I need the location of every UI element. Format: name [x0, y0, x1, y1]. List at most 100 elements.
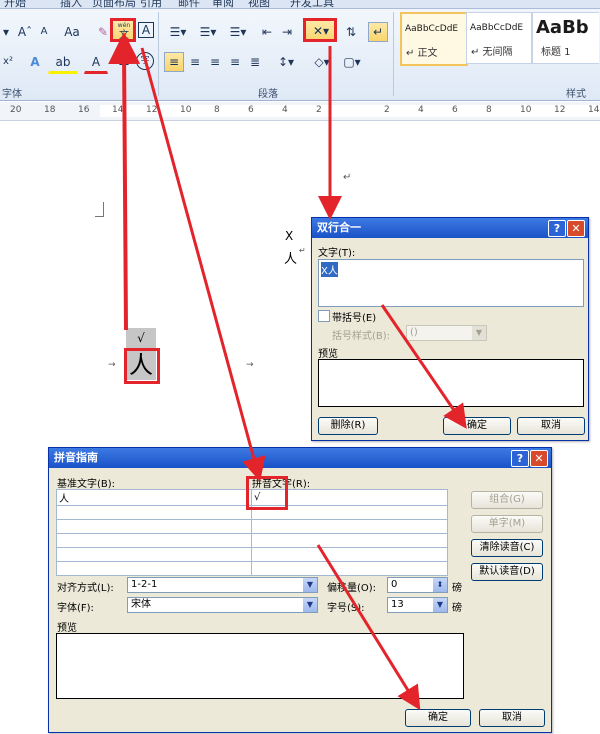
shading-icon[interactable]: ◇▾ [308, 52, 336, 72]
ruler-number: 14 [112, 105, 124, 115]
ruby-text-cell[interactable] [251, 561, 448, 576]
distribute-icon[interactable]: ≣ [246, 52, 264, 72]
tab-mailings[interactable]: 邮件 [178, 0, 200, 8]
ruby-text-cell[interactable] [251, 519, 448, 534]
highlight-button[interactable]: ab [48, 52, 78, 74]
tab-review[interactable]: 审阅 [212, 0, 234, 8]
group-separator [158, 12, 159, 96]
base-text-cell[interactable]: 人 [56, 489, 252, 506]
help-icon[interactable]: ? [511, 450, 529, 467]
style-heading-1[interactable]: AaBb 标题 1 [532, 12, 599, 64]
close-icon[interactable]: ✕ [567, 220, 585, 237]
combine-cancel-button[interactable]: 取消 [517, 417, 585, 435]
font-select[interactable]: 宋体 ▼ [127, 597, 318, 613]
change-case-button[interactable]: Aa [58, 22, 86, 42]
offset-spinner[interactable]: 0 ⬍ [387, 577, 448, 593]
tab-view[interactable]: 视图 [248, 0, 270, 8]
tab-home[interactable]: 开始 [4, 0, 26, 8]
style-no-spacing-preview: AaBbCcDdE [470, 23, 524, 33]
style-normal-name: ↵ 正文 [406, 48, 438, 59]
char-border-button[interactable]: A [138, 22, 154, 38]
style-normal[interactable]: AaBbCcDdE ↵ 正文 [400, 12, 468, 66]
combine-characters-dialog: 双行合一 ? ✕ 文字(T): X人 带括号(E) 括号样式(B): () ▼ … [311, 217, 589, 441]
show-marks-icon[interactable]: ↵ [368, 22, 388, 42]
shrink-font-button[interactable]: A [36, 22, 52, 42]
ruler-number: 8 [486, 105, 492, 115]
superscript-button[interactable]: x² [0, 52, 16, 72]
combine-text-value: X人 [321, 262, 338, 277]
base-text-cell[interactable] [56, 561, 252, 576]
tab-developer[interactable]: 开发工具 [290, 0, 334, 8]
paragraph-group-label: 段落 [258, 89, 278, 100]
sort-icon[interactable]: ⇅ [342, 22, 360, 42]
tab-page-layout[interactable]: 页面布局 [92, 0, 136, 8]
style-no-spacing-name: ↵ 无间隔 [471, 47, 513, 58]
ruler-number: 4 [282, 105, 288, 115]
spinner-icon[interactable]: ⬍ [433, 578, 447, 592]
tab-references[interactable]: 引用 [140, 0, 162, 8]
align-center-icon[interactable]: ≡ [186, 52, 204, 72]
size-select[interactable]: 13 ▼ [387, 597, 448, 613]
base-text-cell[interactable] [56, 547, 252, 562]
close-icon[interactable]: ✕ [530, 450, 548, 467]
ruler-number: 20 [10, 105, 22, 115]
ruby-text-highlight [246, 476, 288, 510]
style-normal-preview: AaBbCcDdE [405, 24, 459, 34]
default-reading-button[interactable]: 默认读音(D) [471, 563, 543, 581]
horizontal-ruler[interactable]: 20 18 16 14 12 10 8 6 4 2 2 4 6 8 10 12 14 [0, 102, 600, 121]
ruler-number: 14 [588, 105, 600, 115]
char-shading-icon[interactable]: ▬ [116, 52, 132, 72]
ruler-number: 6 [248, 105, 254, 115]
bullets-icon[interactable]: ☰▾ [164, 22, 192, 42]
clear-reading-button[interactable]: 清除读音(C) [471, 539, 543, 557]
decrease-indent-icon[interactable]: ⇤ [258, 22, 276, 42]
phonetic-preview-label: 预览 [57, 623, 77, 634]
enclose-char-button[interactable]: 字 [136, 52, 154, 70]
group-button[interactable]: 组合(G) [471, 491, 543, 509]
ruler-number: 16 [78, 105, 90, 115]
grow-font-button[interactable]: Aˆ [14, 22, 36, 42]
margin-corner-mark [95, 202, 104, 217]
ruby-text-cell[interactable] [251, 533, 448, 548]
justify-icon[interactable]: ≡ [226, 52, 244, 72]
numbering-icon[interactable]: ☰▾ [194, 22, 222, 42]
increase-indent-icon[interactable]: ⇥ [278, 22, 296, 42]
bracket-checkbox[interactable] [318, 310, 330, 322]
alignment-select[interactable]: 1-2-1 ▼ [127, 577, 318, 593]
font-value: 宋体 [131, 599, 151, 610]
combine-text-field[interactable]: X人 [318, 259, 584, 307]
tab-insert[interactable]: 插入 [60, 0, 82, 8]
ribbon-tab-strip: 开始 插入 页面布局 引用 邮件 审阅 视图 开发工具 [0, 0, 600, 9]
delete-button[interactable]: 删除(R) [318, 417, 378, 435]
combine-ok-button[interactable]: 确定 [443, 417, 511, 435]
combine-dialog-title: 双行合一 [312, 218, 588, 238]
phonetic-guide-dialog: 拼音指南 ? ✕ 基准文字(B): 拼音文字(R): 人 √ 组合(G) 单字(M… [48, 447, 552, 733]
font-color-button[interactable]: A [84, 52, 108, 74]
tab-arrow-icon: → [108, 360, 116, 370]
borders-icon[interactable]: ▢▾ [340, 52, 364, 72]
ruler-number: 8 [214, 105, 220, 115]
line-spacing-icon[interactable]: ↕▾ [272, 52, 300, 72]
font-size-dropdown-icon[interactable]: ▾ [0, 22, 12, 42]
chevron-down-icon: ▼ [472, 326, 486, 340]
chevron-down-icon: ▼ [303, 578, 317, 592]
bracket-style-select[interactable]: () ▼ [406, 325, 487, 341]
phonetic-cancel-button[interactable]: 取消 [479, 709, 545, 727]
base-text-cell[interactable] [56, 533, 252, 548]
single-char-button[interactable]: 单字(M) [471, 515, 543, 533]
multilevel-list-icon[interactable]: ☰▾ [224, 22, 252, 42]
align-right-icon[interactable]: ≡ [206, 52, 224, 72]
base-text-cell[interactable] [56, 505, 252, 520]
align-left-icon[interactable]: ≡ [164, 52, 184, 72]
font-label: 字体(F): [57, 603, 94, 614]
text-effect-button[interactable]: A [26, 52, 44, 72]
ribbon: 开始 插入 页面布局 引用 邮件 审阅 视图 开发工具 ▾ Aˆ A Aa ✎ … [0, 0, 600, 101]
ruler-number: 12 [554, 105, 566, 115]
style-no-spacing[interactable]: AaBbCcDdE ↵ 无间隔 [466, 12, 532, 64]
phonetic-ok-button[interactable]: 确定 [405, 709, 471, 727]
size-value: 13 [391, 599, 404, 610]
base-text-cell[interactable] [56, 519, 252, 534]
ruby-text-cell[interactable] [251, 547, 448, 562]
ruler-number: 10 [520, 105, 532, 115]
help-icon[interactable]: ? [548, 220, 566, 237]
